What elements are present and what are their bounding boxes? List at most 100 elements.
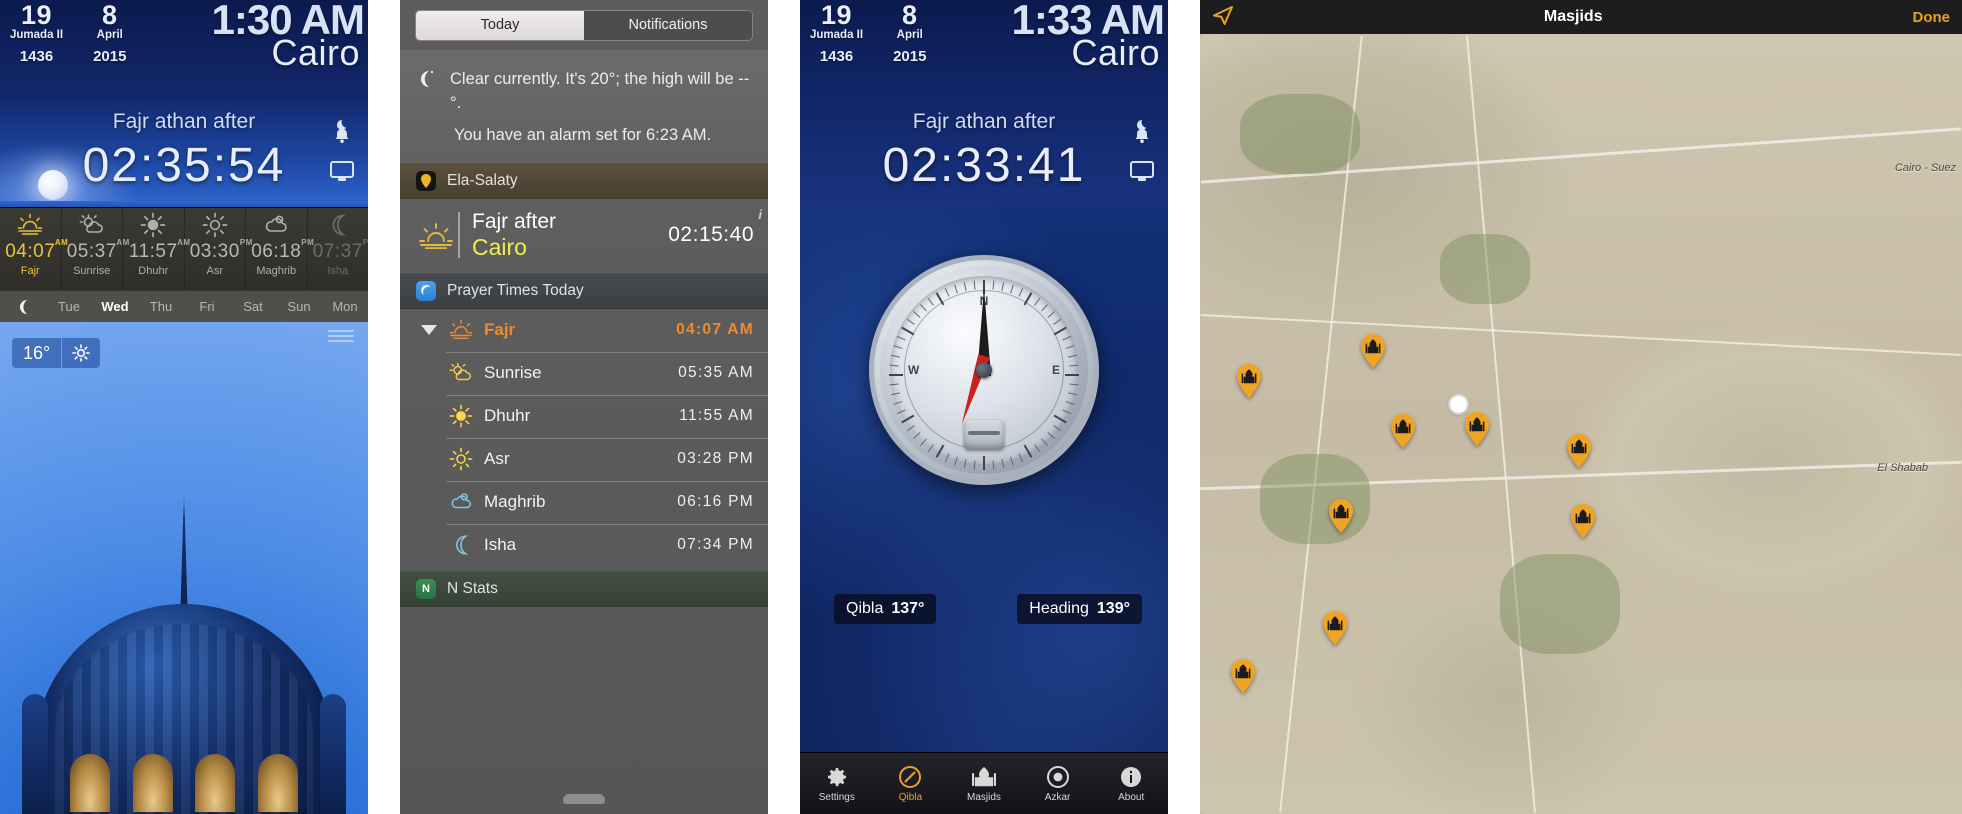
sun-cloud-icon xyxy=(444,361,478,385)
compass-tick xyxy=(1034,297,1041,306)
prayer-time: 04:07 AM xyxy=(676,321,754,339)
widget-header-prayer-times[interactable]: Prayer Times Today xyxy=(400,272,768,309)
weekday-sun[interactable]: Sun xyxy=(276,299,322,314)
weekday-strip[interactable]: Tue Wed Thu Fri Sat Sun Mon xyxy=(0,290,368,322)
ela-salaty-app-icon xyxy=(416,170,436,191)
prayer-cell-dhuhr[interactable]: 11:57 AM Dhuhr xyxy=(123,208,190,290)
prayer-time: 07:34 PM xyxy=(677,536,754,554)
segmented-control[interactable]: Today Notifications xyxy=(415,9,753,41)
weekday-fri[interactable]: Fri xyxy=(184,299,230,314)
side-icon-group xyxy=(330,118,354,182)
notification-center-header: Today Notifications xyxy=(400,0,768,50)
prayer-cell-fajr[interactable]: 04:07 AM Fajr xyxy=(0,208,69,290)
collapse-caret-icon[interactable] xyxy=(414,324,444,336)
prayer-row-maghrib[interactable]: Maghrib 06:16 PM xyxy=(400,480,768,524)
prayer-cell-maghrib[interactable]: 06:18 PM Maghrib xyxy=(246,208,314,290)
done-button[interactable]: Done xyxy=(1913,9,1951,26)
heading-value: 139° xyxy=(1096,600,1130,617)
info-icon[interactable]: i xyxy=(758,207,762,222)
heading-badge: Heading 139° xyxy=(1017,594,1142,624)
athan-countdown: 02:33:41 xyxy=(882,139,1086,192)
prayer-name: Asr xyxy=(206,265,224,277)
widget-header-ela-salaty[interactable]: Ela-Salaty xyxy=(400,162,768,199)
gregorian-day: 8 xyxy=(901,0,918,30)
weather-summary-row: Clear currently. It's 20°; the high will… xyxy=(400,50,768,122)
hijri-year: 1436 xyxy=(819,48,854,65)
map-pin-masjid[interactable] xyxy=(1464,412,1490,446)
qibla-value: 137° xyxy=(891,600,925,617)
location-arrow-icon[interactable] xyxy=(1212,5,1234,30)
drag-handle[interactable] xyxy=(328,330,354,345)
compass-tick xyxy=(1065,374,1079,376)
tab-today[interactable]: Today xyxy=(416,10,584,40)
map-label: Cairo - Suez xyxy=(1894,162,1956,174)
vegetation-patch xyxy=(1500,554,1620,654)
compass-tick xyxy=(963,459,967,469)
hijri-day: 19 xyxy=(821,0,853,30)
tab-masjids[interactable]: Masjids xyxy=(947,753,1021,814)
tab-notifications[interactable]: Notifications xyxy=(584,10,752,40)
map-pin-masjid[interactable] xyxy=(1390,414,1416,448)
cloud-icon xyxy=(444,490,478,514)
map-pin-masjid[interactable] xyxy=(1230,659,1256,693)
prayer-cell-isha[interactable]: 07:37PM Isha xyxy=(308,208,368,290)
prayer-cell-asr[interactable]: 03:30 PM Asr xyxy=(185,208,252,290)
weekday-tue[interactable]: Tue xyxy=(46,299,92,314)
weekday-wed[interactable]: Wed xyxy=(92,299,138,314)
widget-header-n-stats[interactable]: N N Stats xyxy=(400,570,768,607)
tab-azkar[interactable]: Azkar xyxy=(1021,753,1095,814)
map-pin-masjid[interactable] xyxy=(1570,504,1596,538)
tab-about[interactable]: About xyxy=(1094,753,1168,814)
compass-tick xyxy=(920,304,927,312)
compass-tick xyxy=(906,318,915,325)
gregorian-date: 8 April 2015 xyxy=(893,0,926,66)
weekday-mon[interactable]: Mon xyxy=(322,299,368,314)
weekday-thu[interactable]: Thu xyxy=(138,299,184,314)
athan-countdown: 02:35:54 xyxy=(82,139,286,192)
weather-widget[interactable]: 16° xyxy=(12,338,101,368)
compass-tick xyxy=(1041,304,1048,312)
athan-label: Fajr athan after xyxy=(112,110,256,133)
map-nav-bar: Masjids Done xyxy=(1200,0,1962,34)
prayer-name: Maghrib xyxy=(256,265,297,277)
tab-label: Azkar xyxy=(1044,791,1071,803)
prayer-row-asr[interactable]: Asr 03:28 PM xyxy=(400,437,768,481)
qibla-compass[interactable]: N E S W xyxy=(869,255,1099,485)
prayer-row-sunrise[interactable]: Sunrise 05:35 AM xyxy=(400,351,768,395)
prayer-times-list: Fajr 04:07 AM Sunrise 05:35 AM Dhuhr 11:55 … xyxy=(400,309,768,567)
monitor-icon[interactable] xyxy=(1130,160,1154,182)
moon-bell-icon[interactable] xyxy=(1131,118,1153,144)
weather-temperature: 16° xyxy=(23,342,51,363)
weather-summary-text: Clear currently. It's 20°; the high will… xyxy=(450,70,750,112)
prayer-cell-sunrise[interactable]: 05:37 AM Sunrise xyxy=(62,208,129,290)
date-block: 19 Jumada II 1436 8 April 2015 xyxy=(810,0,926,66)
tab-settings[interactable]: Settings xyxy=(800,753,874,814)
prayer-row-dhuhr[interactable]: Dhuhr 11:55 AM xyxy=(400,394,768,438)
moon-bell-icon[interactable] xyxy=(331,118,353,144)
compass-tick xyxy=(963,281,967,291)
notification-center-grabber[interactable] xyxy=(563,794,605,804)
prayer-row-isha[interactable]: Isha 07:34 PM xyxy=(400,523,768,567)
prayer-name: Fajr xyxy=(484,320,516,340)
weekday-sat[interactable]: Sat xyxy=(230,299,276,314)
compass-tick xyxy=(973,460,976,470)
road xyxy=(1200,314,1962,356)
sunrise-icon xyxy=(416,221,456,249)
fajr-countdown-widget[interactable]: Fajr after Cairo 02:15:40 i xyxy=(400,199,768,273)
tab-qibla[interactable]: Qibla xyxy=(874,753,948,814)
prayer-name: Isha xyxy=(484,535,517,555)
map-pin-masjid[interactable] xyxy=(1322,611,1348,645)
sun-rays-icon xyxy=(202,212,228,238)
panel-notification-center: Today Notifications Clear currently. It'… xyxy=(400,0,768,814)
map-pin-masjid[interactable] xyxy=(1236,364,1262,398)
prayer-time: 04:07 AM xyxy=(5,238,69,262)
map-pin-masjid[interactable] xyxy=(1328,499,1354,533)
prayer-row-fajr[interactable]: Fajr 04:07 AM xyxy=(400,309,768,352)
crescent-moon-icon xyxy=(416,68,436,116)
map-pin-masjid[interactable] xyxy=(1566,434,1592,468)
prayer-name: Sunrise xyxy=(73,265,111,277)
satellite-map[interactable]: Cairo - Suez El Shabab xyxy=(1200,34,1962,814)
monitor-icon[interactable] xyxy=(330,160,354,182)
compass-tick xyxy=(901,326,915,336)
map-pin-masjid[interactable] xyxy=(1360,334,1386,368)
